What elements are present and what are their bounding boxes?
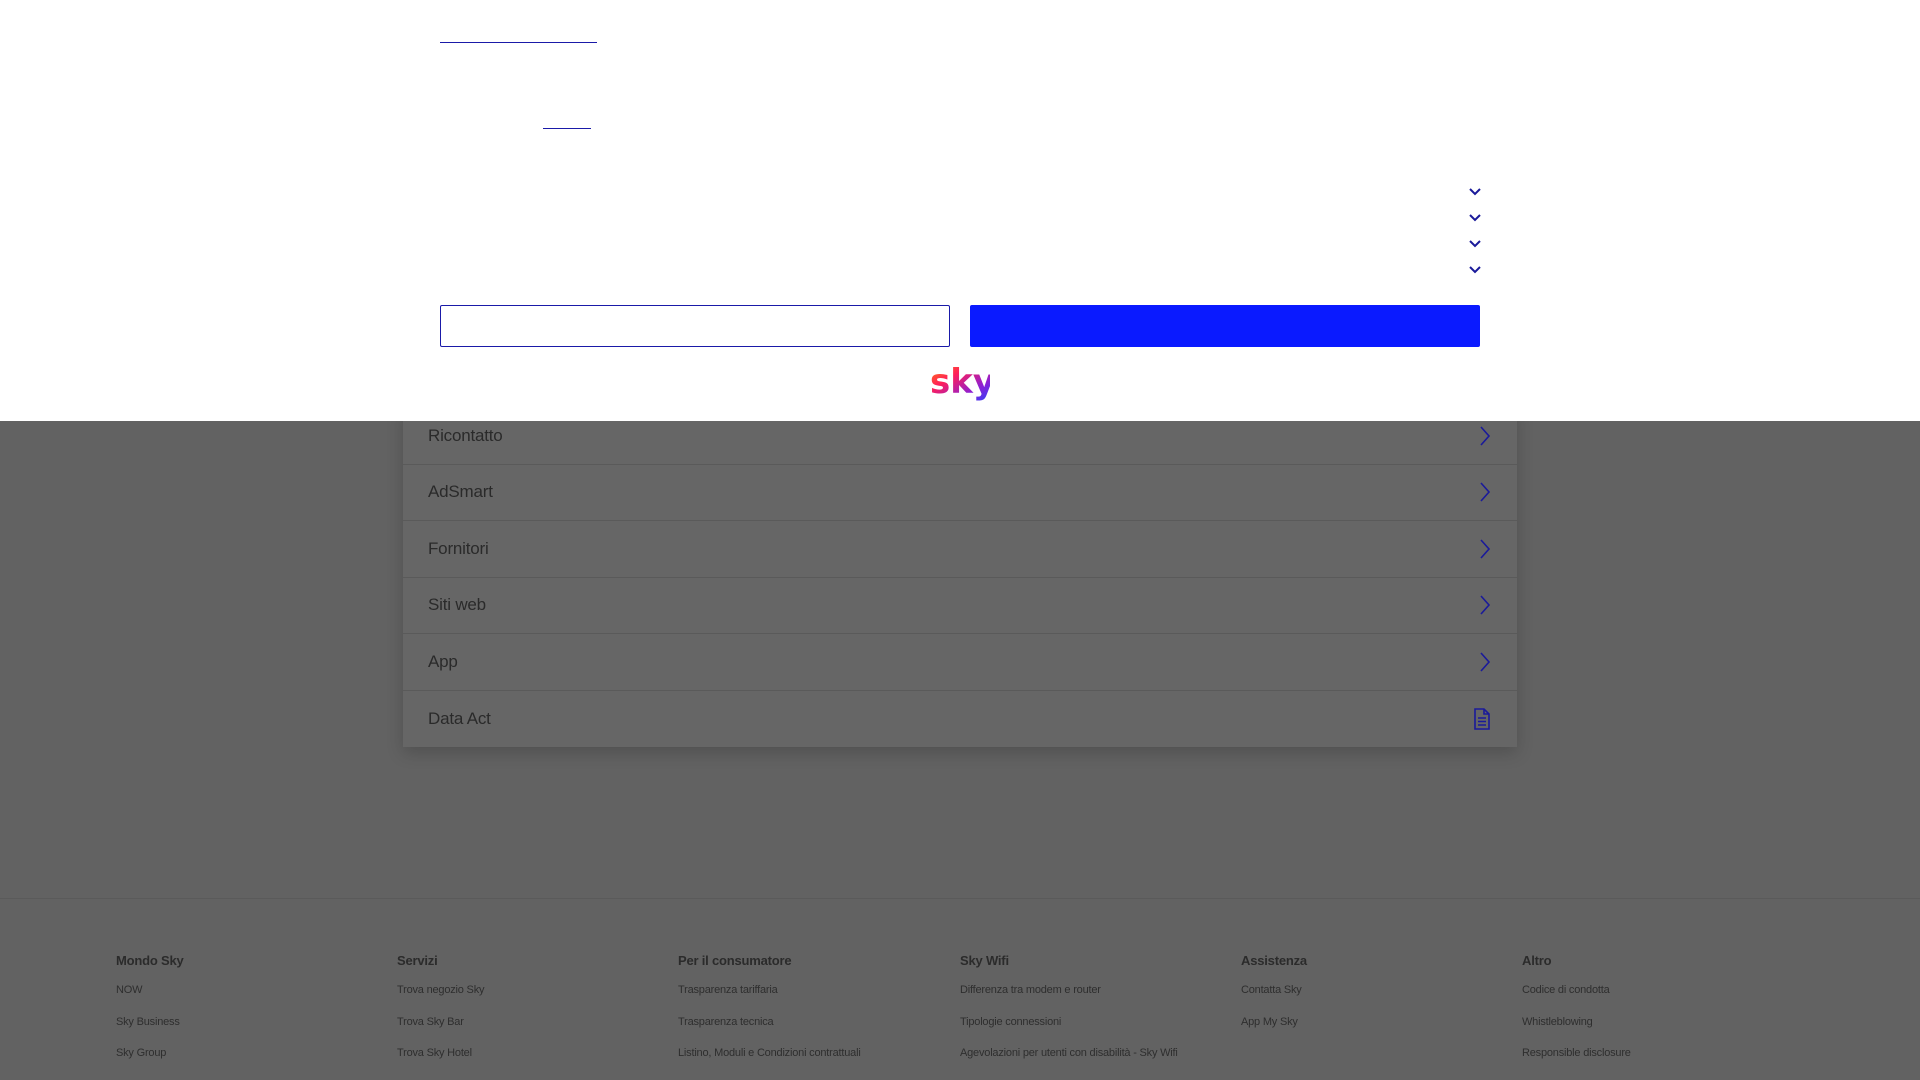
chevron-down-icon[interactable] — [1466, 183, 1484, 201]
chevron-right-icon — [1479, 595, 1491, 615]
site-footer: Mondo Sky NOW Sky Business Sky Group Ser… — [0, 898, 1920, 1080]
footer-column-title: Assistenza — [1241, 953, 1307, 968]
list-item-app[interactable]: App — [403, 634, 1517, 691]
consent-banner: sky — [0, 0, 1920, 421]
footer-link[interactable]: Trova Sky Hotel — [397, 1047, 484, 1079]
footer-column-title: Mondo Sky — [116, 953, 184, 968]
footer-link[interactable]: Listino, Moduli e Condizioni contrattual… — [678, 1047, 861, 1079]
footer-column-mondo-sky: Mondo Sky NOW Sky Business Sky Group — [116, 953, 184, 1079]
footer-link[interactable]: Trova negozio Sky — [397, 984, 484, 1016]
footer-link[interactable]: Trova Sky Bar — [397, 1016, 484, 1048]
chevron-down-icon[interactable] — [1466, 209, 1484, 227]
list-item-fornitori[interactable]: Fornitori — [403, 521, 1517, 578]
footer-link[interactable]: App My Sky — [1241, 1016, 1307, 1048]
footer-link[interactable]: Agevolazioni per utenti con disabilità -… — [960, 1047, 1178, 1079]
footer-column-title: Sky Wifi — [960, 953, 1009, 968]
svg-text:sky: sky — [930, 362, 990, 402]
footer-link[interactable]: Whistleblowing — [1522, 1016, 1631, 1048]
footer-link[interactable]: Codice di condotta — [1522, 984, 1631, 1016]
settings-list: Ricontatto AdSmart Fornitori Siti web Ap… — [403, 408, 1517, 747]
footer-link[interactable]: Differenza tra modem e router — [960, 984, 1178, 1016]
footer-link[interactable]: Trasparenza tariffaria — [678, 984, 861, 1016]
list-item-label: Siti web — [428, 595, 486, 615]
chevron-down-icon[interactable] — [1466, 261, 1484, 279]
chevron-right-icon — [1479, 426, 1491, 446]
list-item-label: AdSmart — [428, 482, 493, 502]
consent-secondary-button[interactable] — [440, 305, 950, 347]
footer-column-title: Altro — [1522, 953, 1552, 968]
consent-primary-button[interactable] — [970, 305, 1480, 347]
footer-column-assistenza: Assistenza Contatta Sky App My Sky — [1241, 953, 1307, 1047]
chevron-right-icon — [1479, 652, 1491, 672]
footer-link[interactable]: Trasparenza tecnica — [678, 1016, 861, 1048]
footer-link[interactable]: Sky Group — [116, 1047, 184, 1079]
footer-column-title: Per il consumatore — [678, 953, 792, 968]
footer-link[interactable]: Tipologie connessioni — [960, 1016, 1178, 1048]
consent-link-underline[interactable] — [543, 128, 591, 129]
sky-logo: sky — [928, 362, 995, 402]
list-item-label: Fornitori — [428, 538, 489, 558]
list-item-data-act[interactable]: Data Act — [403, 691, 1517, 748]
list-item-adsmart[interactable]: AdSmart — [403, 465, 1517, 521]
chevron-right-icon — [1479, 539, 1491, 559]
footer-link[interactable]: Responsible disclosure — [1522, 1047, 1631, 1079]
list-item-label: Data Act — [428, 708, 491, 728]
footer-link[interactable]: Contatta Sky — [1241, 984, 1307, 1016]
list-item-label: App — [428, 651, 458, 671]
footer-link[interactable]: NOW — [116, 984, 184, 1016]
footer-column-altro: Altro Codice di condotta Whistleblowing … — [1522, 953, 1631, 1079]
list-item-label: Ricontatto — [428, 425, 503, 445]
chevron-right-icon — [1479, 482, 1491, 502]
footer-column-sky-wifi: Sky Wifi Differenza tra modem e router T… — [960, 953, 1178, 1079]
footer-link[interactable]: Sky Business — [116, 1016, 184, 1048]
consent-link-underline[interactable] — [440, 42, 597, 43]
list-item-siti-web[interactable]: Siti web — [403, 578, 1517, 634]
footer-column-per-il-consumatore: Per il consumatore Trasparenza tariffari… — [678, 953, 861, 1079]
document-icon — [1473, 707, 1491, 730]
chevron-down-icon[interactable] — [1466, 235, 1484, 253]
footer-column-title: Servizi — [397, 953, 438, 968]
footer-column-servizi: Servizi Trova negozio Sky Trova Sky Bar … — [397, 953, 484, 1079]
